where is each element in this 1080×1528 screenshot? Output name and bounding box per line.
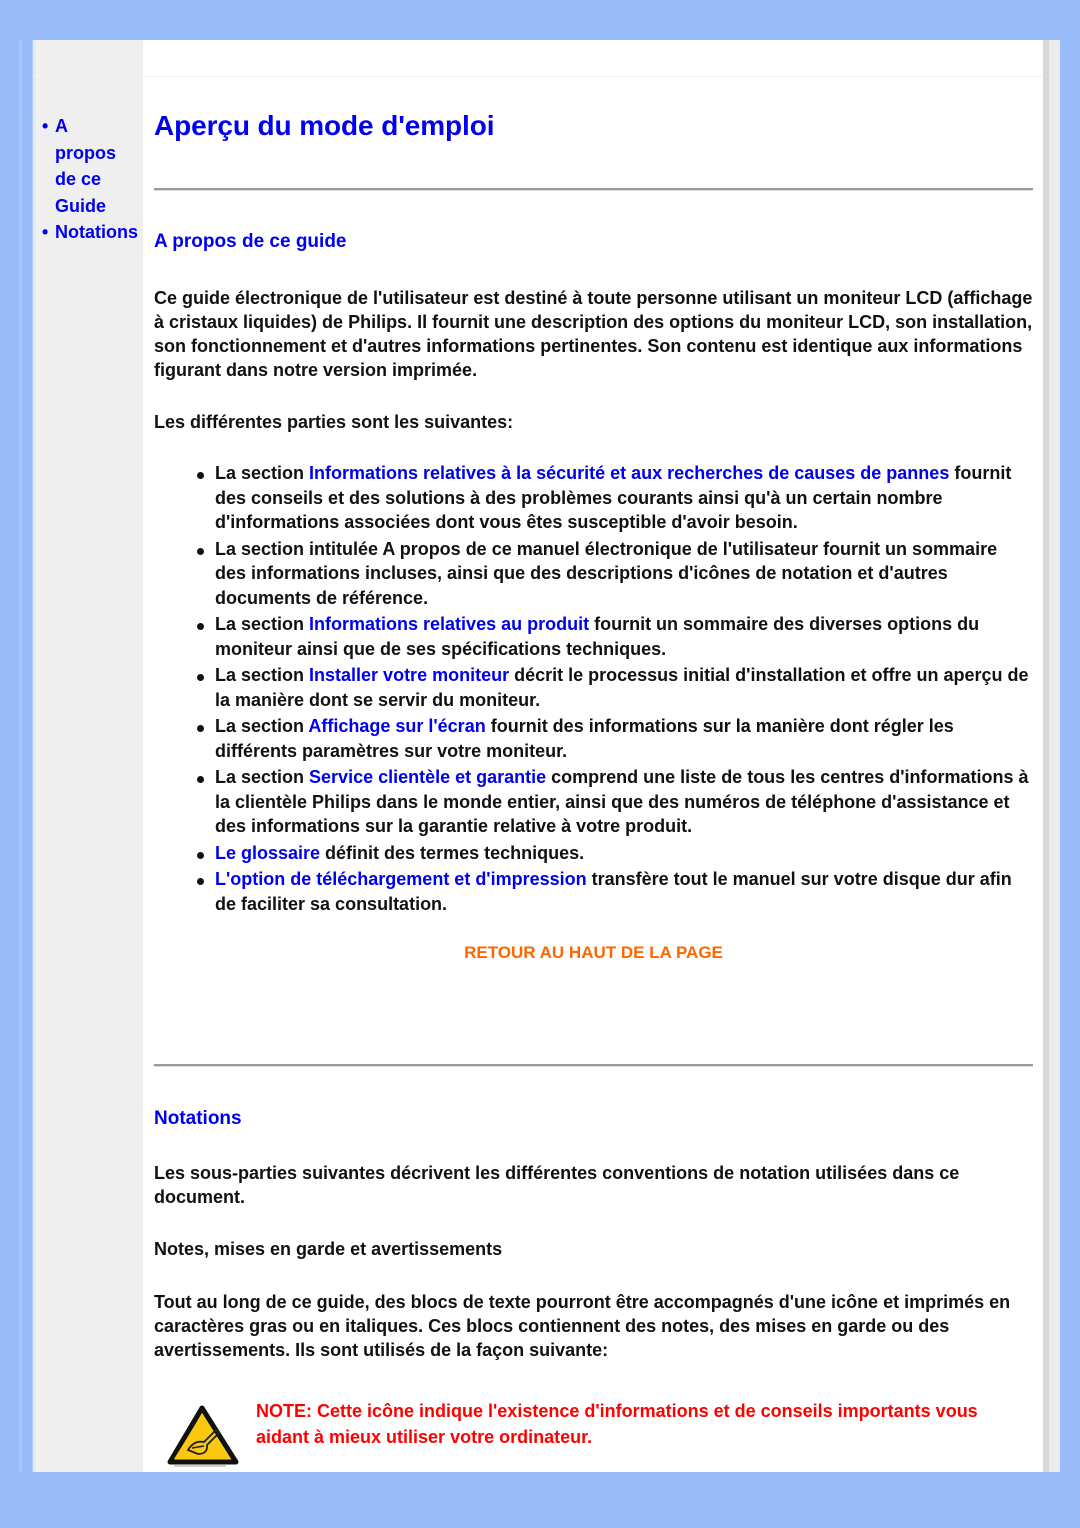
sidebar-item-notations[interactable]: Notations (39, 219, 145, 246)
list-item: La section Informations relatives à la s… (154, 461, 1033, 535)
divider (154, 1064, 1033, 1067)
list-item: La section Installer votre moniteur décr… (154, 663, 1033, 712)
list-item: La section intitulée A propos de ce manu… (154, 537, 1033, 611)
frame-left-border (19, 40, 22, 1472)
note-text: NOTE: Cette icône indique l'existence d'… (256, 1401, 978, 1447)
page-title: Aperçu du mode d'emploi (154, 110, 495, 141)
divider (154, 188, 1033, 191)
note-pencil-warning-icon (167, 1405, 239, 1467)
list-item: La section Affichage sur l'écran fournit… (154, 714, 1033, 763)
sections-list: La section Informations relatives à la s… (154, 461, 1033, 918)
parts-intro: Les différentes parties sont les suivant… (154, 412, 514, 432)
notes-subheading: Notes, mises en garde et avertissements (154, 1239, 503, 1259)
link-install-monitor[interactable]: Installer votre moniteur (309, 665, 509, 685)
page-frame: A propos de ce Guide Notations Aperçu du… (33, 40, 1060, 1472)
sidebar-item-about[interactable]: A propos de ce Guide (39, 113, 127, 219)
list-item: Le glossaire définit des termes techniqu… (154, 841, 1033, 866)
notations-body: Tout au long de ce guide, des blocs de t… (154, 1292, 1011, 1360)
sidebar-link-about[interactable]: A propos de ce Guide (55, 116, 116, 216)
link-product-information[interactable]: Informations relatives au produit (309, 614, 589, 634)
sidebar-link-notations[interactable]: Notations (55, 222, 138, 242)
sidebar: A propos de ce Guide Notations (33, 40, 143, 1472)
sidebar-nav: A propos de ce Guide Notations (39, 113, 145, 246)
about-intro: Ce guide électronique de l'utilisateur e… (154, 288, 1033, 380)
back-to-top-link[interactable]: RETOUR AU HAUT DE LA PAGE (154, 943, 1033, 963)
link-download-print[interactable]: L'option de téléchargement et d'impressi… (215, 869, 587, 889)
list-item: La section Service clientèle et garantie… (154, 765, 1033, 839)
link-on-screen-display[interactable]: Affichage sur l'écran (308, 716, 485, 736)
notations-intro: Les sous-parties suivantes décrivent les… (154, 1163, 960, 1207)
link-safety-troubleshooting[interactable]: Informations relatives à la sécurité et … (309, 463, 949, 483)
top-divider (33, 76, 1043, 77)
note-block: NOTE: Cette icône indique l'existence d'… (164, 1398, 1024, 1468)
section-heading-notations: Notations (154, 1108, 242, 1129)
link-customer-care-warranty[interactable]: Service clientèle et garantie (309, 767, 546, 787)
right-scroll-strip (1043, 40, 1060, 1472)
link-glossary[interactable]: Le glossaire (215, 843, 320, 863)
section-heading-about: A propos de ce guide (154, 231, 347, 252)
list-item: La section Informations relatives au pro… (154, 612, 1033, 661)
list-item: L'option de téléchargement et d'impressi… (154, 867, 1033, 916)
